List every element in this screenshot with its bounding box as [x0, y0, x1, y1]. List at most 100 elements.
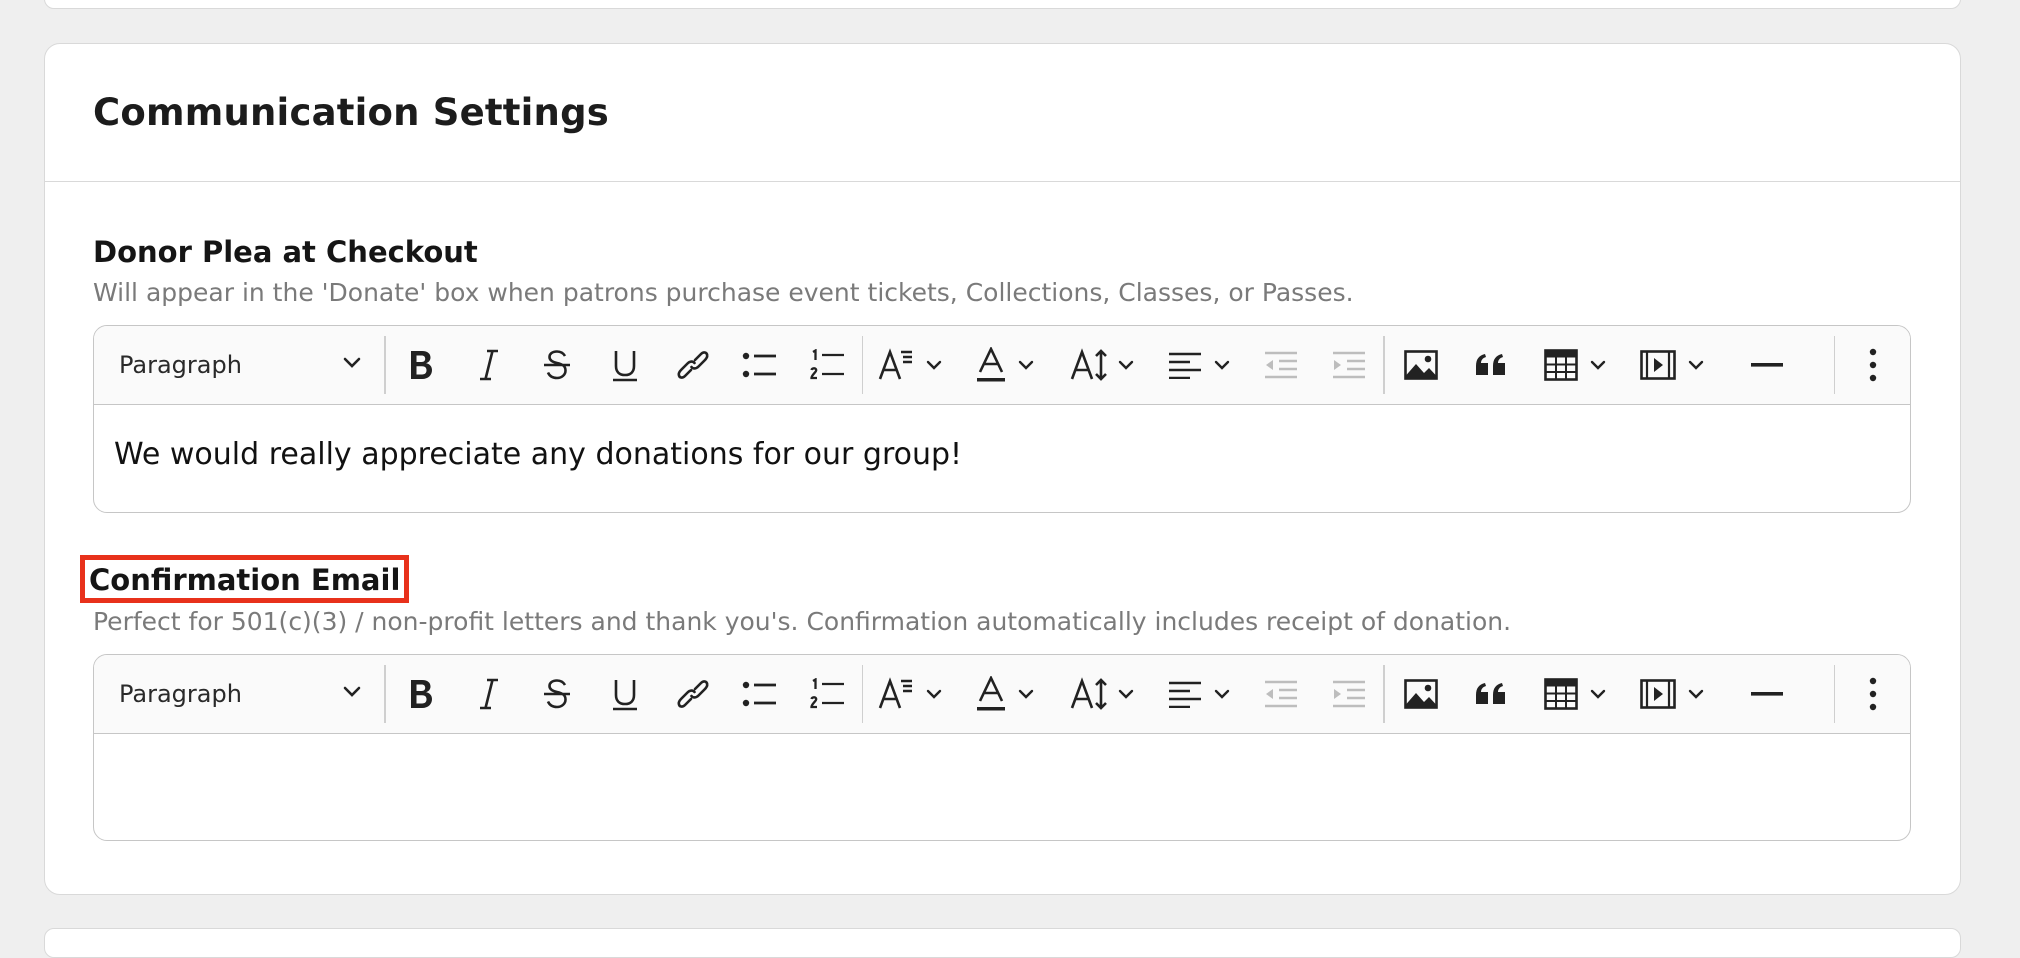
strikethrough-button[interactable] — [523, 655, 591, 733]
card-header: Communication Settings — [45, 44, 1960, 182]
bold-icon — [410, 680, 432, 708]
underline-button[interactable] — [591, 655, 659, 733]
outdent-icon — [1265, 680, 1297, 708]
font-family-dropdown[interactable] — [863, 326, 956, 404]
indent-icon — [1333, 680, 1365, 708]
rich-text-editor: Paragraph — [93, 325, 1911, 513]
chevron-down-icon — [1590, 360, 1605, 370]
rich-text-editor: Paragraph — [93, 654, 1911, 841]
outdent-icon — [1265, 351, 1297, 379]
font-color-icon — [976, 676, 1005, 711]
previous-card — [44, 0, 1961, 9]
bold-icon — [410, 351, 432, 379]
italic-icon — [480, 678, 498, 710]
link-icon — [676, 351, 709, 379]
paragraph-dropdown-label: Paragraph — [119, 680, 242, 708]
horizontal-line-icon — [1750, 363, 1783, 367]
more-options-button[interactable] — [1835, 326, 1910, 404]
bulleted-list-icon — [742, 681, 776, 707]
align-dropdown[interactable] — [1150, 655, 1247, 733]
numbered-list-icon — [809, 678, 844, 709]
underline-button[interactable] — [591, 326, 659, 404]
paragraph-dropdown[interactable]: Paragraph — [94, 326, 384, 404]
next-card — [44, 928, 1961, 958]
font-family-icon — [878, 677, 912, 709]
table-icon — [1543, 678, 1578, 710]
strikethrough-icon — [543, 679, 570, 709]
editor-content[interactable]: We would really appreciate any donations… — [94, 405, 1910, 512]
horizontal-line-button[interactable] — [1720, 326, 1814, 404]
chevron-down-icon — [1214, 360, 1229, 370]
align-dropdown[interactable] — [1150, 326, 1247, 404]
insert-image-button[interactable] — [1385, 655, 1457, 733]
strikethrough-icon — [543, 350, 570, 380]
table-icon — [1543, 349, 1578, 381]
paragraph-dropdown-label: Paragraph — [119, 351, 242, 379]
numbered-list-icon — [809, 349, 844, 380]
bulleted-list-button[interactable] — [727, 655, 794, 733]
outdent-button — [1247, 655, 1315, 733]
card-title: Communication Settings — [93, 91, 610, 134]
bold-button[interactable] — [386, 326, 456, 404]
image-icon — [1403, 679, 1438, 709]
link-icon — [676, 680, 709, 708]
font-size-icon — [1070, 677, 1107, 710]
align-icon — [1168, 352, 1201, 379]
insert-image-button[interactable] — [1385, 326, 1457, 404]
more-options-button[interactable] — [1835, 655, 1910, 733]
editor-content[interactable] — [94, 734, 1910, 840]
editor-toolbar: Paragraph — [94, 655, 1910, 734]
insert-table-dropdown[interactable] — [1525, 326, 1625, 404]
align-icon — [1168, 681, 1201, 708]
chevron-down-icon — [1688, 360, 1704, 370]
insert-media-dropdown[interactable] — [1625, 655, 1720, 733]
italic-icon — [480, 349, 498, 381]
strikethrough-button[interactable] — [523, 326, 591, 404]
chevron-down-icon — [926, 360, 941, 370]
bold-button[interactable] — [386, 655, 456, 733]
numbered-list-button[interactable] — [794, 326, 862, 404]
quote-icon — [1475, 354, 1505, 375]
chevron-down-icon — [1590, 689, 1605, 699]
editor-toolbar: Paragraph — [94, 326, 1910, 405]
more-icon — [1869, 677, 1876, 711]
confirmation-email-section: Confirmation Email Perfect for 501(c)(3)… — [80, 555, 1911, 841]
highlight-box: Confirmation Email — [80, 555, 410, 603]
indent-button — [1315, 655, 1383, 733]
italic-button[interactable] — [456, 655, 523, 733]
bulleted-list-button[interactable] — [727, 326, 794, 404]
donor-plea-section: Donor Plea at Checkout Will appear in th… — [93, 234, 1911, 513]
section-help-text: Will appear in the 'Donate' box when pat… — [93, 278, 1354, 307]
indent-button — [1315, 326, 1383, 404]
chevron-down-icon — [1018, 360, 1033, 370]
font-family-dropdown[interactable] — [863, 655, 956, 733]
insert-table-dropdown[interactable] — [1525, 655, 1625, 733]
outdent-button — [1247, 326, 1315, 404]
italic-button[interactable] — [456, 326, 523, 404]
font-size-dropdown[interactable] — [1053, 326, 1150, 404]
font-color-dropdown[interactable] — [956, 326, 1053, 404]
font-color-dropdown[interactable] — [956, 655, 1053, 733]
font-size-icon — [1070, 348, 1107, 381]
section-help-text: Perfect for 501(c)(3) / non-profit lette… — [93, 607, 1512, 636]
image-icon — [1403, 350, 1438, 380]
underline-icon — [612, 351, 637, 382]
chevron-down-icon — [343, 686, 361, 697]
media-icon — [1640, 679, 1676, 709]
link-button[interactable] — [659, 655, 727, 733]
insert-media-dropdown[interactable] — [1625, 326, 1720, 404]
section-title: Donor Plea at Checkout — [93, 235, 478, 269]
paragraph-dropdown[interactable]: Paragraph — [94, 655, 384, 733]
numbered-list-button[interactable] — [794, 655, 862, 733]
horizontal-line-button[interactable] — [1720, 655, 1814, 733]
chevron-down-icon — [1118, 689, 1133, 699]
section-title: Confirmation Email — [80, 555, 1911, 603]
more-icon — [1869, 348, 1876, 382]
block-quote-button[interactable] — [1457, 655, 1525, 733]
link-button[interactable] — [659, 326, 727, 404]
communication-settings-card: Communication Settings Donor Plea at Che… — [44, 43, 1961, 895]
chevron-down-icon — [926, 689, 941, 699]
underline-icon — [612, 680, 637, 711]
block-quote-button[interactable] — [1457, 326, 1525, 404]
font-size-dropdown[interactable] — [1053, 655, 1150, 733]
